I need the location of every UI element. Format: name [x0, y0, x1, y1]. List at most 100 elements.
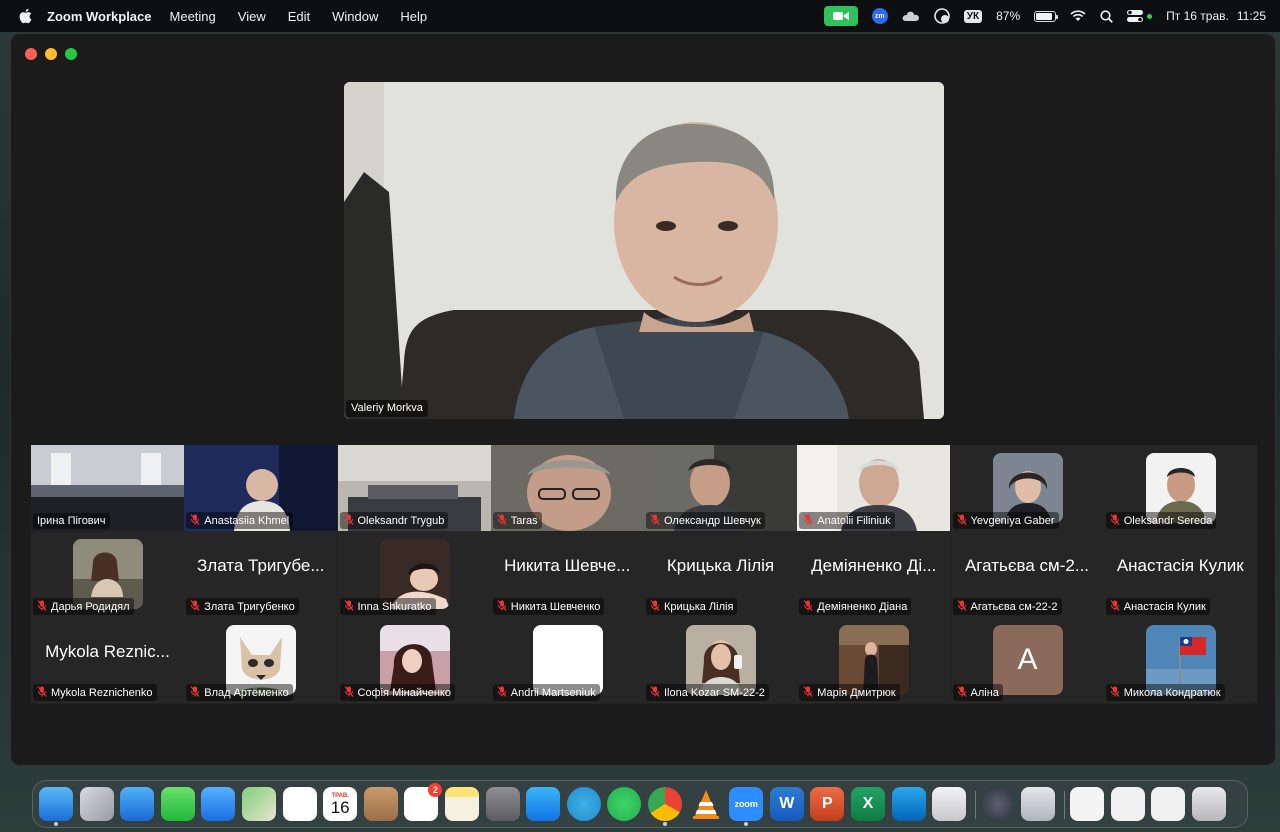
participant-name: Ilona Kozar SM-22-2	[664, 687, 765, 699]
safari-icon[interactable]	[120, 787, 155, 821]
screenshot-thumbnail-icon[interactable]	[1151, 787, 1186, 821]
participant-tile[interactable]: Влад Артёменко	[184, 617, 338, 703]
word-icon[interactable]: W	[769, 787, 804, 821]
messages-icon[interactable]	[160, 787, 195, 821]
participant-name: Агатьєва см-22-2	[970, 601, 1058, 613]
menu-meeting[interactable]: Meeting	[170, 9, 216, 24]
participant-name: Никита Шевченко	[510, 601, 601, 613]
participant-tile[interactable]: Anastasiia Khmel	[184, 445, 338, 531]
screen-time-icon[interactable]	[933, 8, 950, 24]
document-thumbnail-icon[interactable]	[1070, 787, 1104, 821]
apple-logo-icon[interactable]	[18, 8, 32, 24]
participant-tile[interactable]: Анастасія Кулик Анастасія Кулик	[1103, 531, 1257, 617]
maps-icon[interactable]	[242, 787, 276, 821]
photos-icon[interactable]	[282, 787, 317, 821]
fullscreen-window-button[interactable]	[65, 48, 77, 60]
powerpoint-icon[interactable]: P	[810, 787, 845, 821]
participant-tile[interactable]: Микола Кондратюк	[1103, 617, 1257, 703]
participant-tile[interactable]: Олександр Шевчук	[644, 445, 797, 531]
muted-mic-icon	[803, 600, 813, 611]
system-settings-icon[interactable]	[485, 787, 520, 821]
participant-name-tag: Марія Дмитрюк	[799, 684, 900, 701]
vlc-icon[interactable]	[689, 787, 723, 821]
participant-tile[interactable]: Andrii Martseniuk	[490, 617, 644, 703]
participant-display-name: Агатьєва см-2...	[964, 556, 1090, 575]
wifi-icon[interactable]	[1070, 10, 1086, 22]
quicktime-icon[interactable]	[980, 787, 1015, 821]
participant-tile[interactable]: Yevgeniya Gaber	[950, 445, 1104, 531]
muted-mic-icon	[650, 600, 660, 611]
launchpad-icon[interactable]	[79, 787, 114, 821]
menu-bar-time[interactable]: 11:25	[1237, 9, 1266, 23]
control-center-icon[interactable]	[1127, 9, 1144, 23]
muted-mic-icon	[1110, 686, 1120, 697]
participant-name: Oleksandr Trygub	[357, 515, 445, 527]
active-speaker-video[interactable]: Valeriy Morkva	[344, 82, 944, 419]
participant-name: Аліна	[970, 687, 999, 699]
zoom-video-status-icon[interactable]	[823, 6, 858, 26]
running-app-indicator	[744, 822, 749, 826]
participant-tile[interactable]: Taras	[490, 445, 644, 531]
excel-icon[interactable]: X	[851, 787, 885, 821]
notes-icon[interactable]	[445, 787, 479, 821]
participant-name-tag: Микола Кондратюк	[1105, 684, 1225, 701]
whatsapp-icon[interactable]	[607, 787, 642, 821]
spotlight-search-icon[interactable]	[1100, 9, 1113, 23]
participant-name: Inna Shkuratko	[357, 601, 432, 613]
reminders-badge: 2	[428, 783, 443, 797]
reminders-icon[interactable]: 2	[404, 783, 443, 821]
participant-tile[interactable]: Софія Мінайченко	[337, 617, 491, 703]
telegram-icon[interactable]	[566, 787, 601, 821]
participant-tile[interactable]: Никита Шевче... Никита Шевченко	[490, 531, 644, 617]
muted-mic-icon	[957, 686, 966, 697]
keyboard-layout-indicator[interactable]: УК	[963, 9, 983, 23]
participant-tile[interactable]: Ilona Kozar SM-22-2	[644, 617, 797, 703]
participant-tile[interactable]: Крицька Лілія Крицька Лілія	[644, 531, 797, 617]
participant-tile[interactable]: Злата Тригубе... Злата Тригубенко	[184, 531, 338, 617]
participant-name-tag: Деміяненко Діана	[799, 598, 912, 615]
zoom-menu-icon[interactable]: zm	[871, 8, 888, 24]
menu-help[interactable]: Help	[400, 9, 427, 24]
muted-mic-icon	[190, 686, 200, 697]
chrome-icon[interactable]	[648, 787, 682, 821]
participant-tile[interactable]: Агатьєва см-2... Агатьєва см-22-2	[950, 531, 1104, 617]
screenshot-thumbnail-icon[interactable]	[1110, 787, 1145, 821]
trash-icon[interactable]	[1191, 787, 1226, 821]
menu-edit[interactable]: Edit	[288, 9, 310, 24]
participant-tile[interactable]: Oleksandr Trygub	[337, 445, 491, 531]
participant-tile[interactable]: Oleksandr Sereda	[1103, 445, 1257, 531]
finder-icon[interactable]	[39, 787, 73, 821]
muted-mic-icon	[37, 600, 47, 611]
minimize-window-button[interactable]	[45, 48, 57, 60]
participant-tile[interactable]: Ірина Пігович	[31, 445, 184, 531]
app-name-menu[interactable]: Zoom Workplace	[47, 9, 152, 24]
app-store-icon[interactable]	[526, 787, 561, 821]
menu-window[interactable]: Window	[332, 9, 378, 24]
participant-tile[interactable]: Дарья Родидял	[31, 531, 184, 617]
muted-mic-icon	[37, 686, 47, 697]
iphone-mirroring-icon[interactable]	[932, 787, 967, 821]
participant-tile[interactable]: Марія Дмитрюк	[797, 617, 951, 703]
participant-tile[interactable]: Inna Shkuratko	[337, 531, 491, 617]
onedrive-icon[interactable]	[891, 787, 926, 821]
mail-icon[interactable]	[201, 787, 236, 821]
cloud-icon[interactable]	[902, 10, 920, 22]
menu-bar-extras: zm УК 87% Пт 16 трав. 11:25	[823, 0, 1266, 32]
menu-view[interactable]: View	[238, 9, 266, 24]
participant-tile[interactable]: Mykola Reznic... Mykola Reznichenko	[31, 617, 184, 703]
participant-tile[interactable]: Деміяненко Ді... Деміяненко Діана	[797, 531, 951, 617]
participant-name-tag: Олександр Шевчук	[646, 512, 765, 529]
close-window-button[interactable]	[25, 48, 37, 60]
contacts-icon[interactable]	[363, 787, 398, 821]
zoom-icon[interactable]: zoom	[729, 787, 764, 821]
participant-name-tag: Anatolii Filiniuk	[799, 512, 895, 529]
participant-name: Софія Мінайченко	[357, 687, 452, 699]
dock-separator	[1064, 791, 1065, 819]
participant-tile[interactable]: A Аліна	[950, 617, 1104, 703]
menu-bar-date[interactable]: Пт 16 трав.	[1166, 9, 1229, 23]
preview-icon[interactable]	[1021, 787, 1056, 821]
calendar-icon[interactable]: ТРАВ. 16	[323, 787, 358, 821]
participant-name: Andrii Martseniuk	[510, 687, 596, 699]
battery-icon[interactable]	[1034, 10, 1059, 22]
participant-tile[interactable]: Anatolii Filiniuk	[797, 445, 951, 531]
